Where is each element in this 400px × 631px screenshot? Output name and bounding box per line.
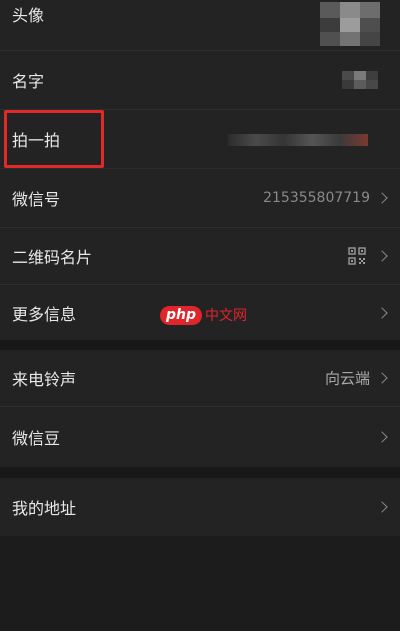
row-address-label: 我的地址 bbox=[12, 499, 77, 518]
row-wechat-id-label: 微信号 bbox=[12, 190, 61, 209]
chevron-right-icon bbox=[376, 431, 388, 443]
row-ringtone-label: 来电铃声 bbox=[12, 370, 77, 389]
row-more-info-label: 更多信息 bbox=[12, 304, 77, 324]
watermark: php 中文网 bbox=[160, 303, 247, 327]
chevron-right-icon bbox=[376, 192, 388, 204]
chevron-right-icon bbox=[376, 372, 388, 384]
pat-value-blurred bbox=[228, 134, 368, 146]
ringtone-value: 向云端 bbox=[324, 369, 370, 388]
row-name-label: 名字 bbox=[12, 72, 45, 91]
chevron-right-icon bbox=[376, 501, 388, 513]
avatar-image-blurred bbox=[320, 2, 380, 46]
qr-code-icon bbox=[348, 247, 366, 265]
row-wechat-beans-label: 微信豆 bbox=[12, 429, 61, 448]
chevron-right-icon bbox=[376, 306, 388, 319]
section-gap bbox=[0, 340, 400, 350]
row-avatar-label: 头像 bbox=[12, 6, 45, 25]
row-wechat-beans[interactable]: 微信豆 bbox=[0, 407, 400, 467]
profile-screen: 头像 名字 拍一拍 微信号 215355807719 二维码名片 更多信息 来电… bbox=[0, 0, 400, 631]
row-ringtone[interactable]: 来电铃声 向云端 bbox=[0, 350, 400, 406]
row-avatar[interactable]: 头像 bbox=[0, 0, 400, 50]
row-qr-card-label: 二维码名片 bbox=[12, 248, 93, 267]
row-address[interactable]: 我的地址 bbox=[0, 478, 400, 536]
name-value-blurred bbox=[342, 71, 378, 89]
highlight-box bbox=[4, 110, 104, 168]
row-wechat-id[interactable]: 微信号 215355807719 bbox=[0, 169, 400, 227]
row-name[interactable]: 名字 bbox=[0, 51, 400, 109]
watermark-text: 中文网 bbox=[205, 308, 248, 324]
bottom-area bbox=[0, 536, 400, 631]
wechat-id-value: 215355807719 bbox=[263, 190, 370, 206]
chevron-right-icon bbox=[376, 250, 388, 262]
watermark-badge: php bbox=[160, 305, 203, 325]
section-gap bbox=[0, 467, 400, 478]
row-qr-card[interactable]: 二维码名片 bbox=[0, 228, 400, 284]
